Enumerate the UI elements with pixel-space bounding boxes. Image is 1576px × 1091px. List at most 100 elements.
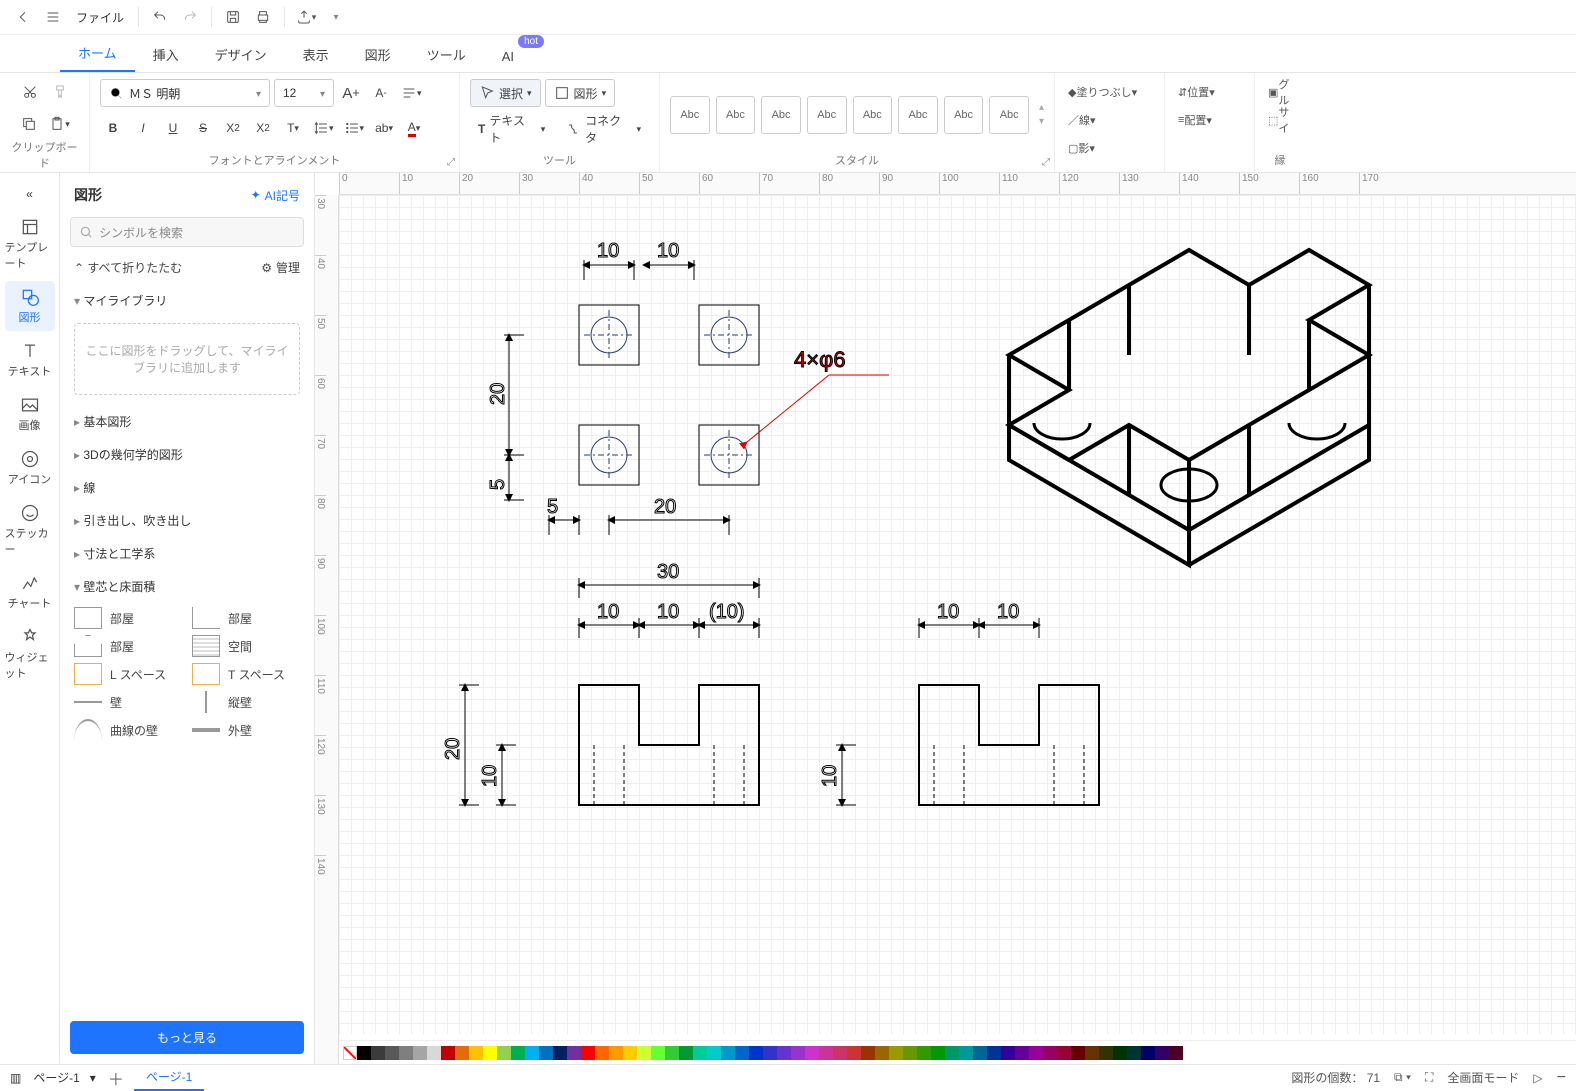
text-direction-icon[interactable]: T▾ xyxy=(280,115,306,141)
subscript-icon[interactable]: X2 xyxy=(250,115,276,141)
shape-item[interactable]: 縦壁 xyxy=(192,691,300,713)
color-swatch[interactable] xyxy=(567,1046,581,1060)
sidebar-item-icon[interactable]: アイコン xyxy=(5,443,55,493)
align-button[interactable]: ≡ 配置 ▾ xyxy=(1175,107,1215,133)
category[interactable]: 線 xyxy=(70,471,304,504)
color-swatch[interactable] xyxy=(609,1046,623,1060)
file-menu[interactable]: ファイル xyxy=(76,9,124,26)
fill-button[interactable]: ◆ 塗りつぶし ▾ xyxy=(1065,79,1140,105)
category[interactable]: 基本図形 xyxy=(70,405,304,438)
color-swatch[interactable] xyxy=(987,1046,1001,1060)
add-page-button[interactable]: ＋ xyxy=(108,1066,124,1090)
fullscreen-button[interactable]: 全画面モード xyxy=(1447,1069,1519,1086)
color-swatch[interactable] xyxy=(875,1046,889,1060)
page-select[interactable]: ページ-1 ▾ xyxy=(33,1069,95,1086)
color-swatch[interactable] xyxy=(1141,1046,1155,1060)
align-paragraph-icon[interactable]: ▾ xyxy=(398,80,425,106)
font-name-select[interactable]: ＭＳ 明朝 xyxy=(100,79,270,107)
category[interactable]: 壁芯と床面積 xyxy=(70,570,304,603)
color-swatch[interactable] xyxy=(581,1046,595,1060)
line-spacing-icon[interactable]: ▾ xyxy=(310,115,337,141)
color-swatch[interactable] xyxy=(777,1046,791,1060)
color-swatch[interactable] xyxy=(1015,1046,1029,1060)
category[interactable]: 寸法と工学系 xyxy=(70,537,304,570)
tab-view[interactable]: 表示 xyxy=(285,37,347,72)
color-swatch[interactable] xyxy=(441,1046,455,1060)
collapse-icon[interactable]: « xyxy=(26,187,33,201)
sidebar-item-text[interactable]: テキスト xyxy=(5,335,55,385)
color-swatch[interactable] xyxy=(469,1046,483,1060)
color-swatch[interactable] xyxy=(903,1046,917,1060)
color-swatch[interactable] xyxy=(1085,1046,1099,1060)
layers-icon[interactable]: ⧉ ▾ xyxy=(1394,1070,1411,1085)
color-swatch[interactable] xyxy=(483,1046,497,1060)
tab-shape[interactable]: 図形 xyxy=(347,37,409,72)
font-size-select[interactable]: 12 xyxy=(274,79,334,107)
color-swatch[interactable] xyxy=(637,1046,651,1060)
sidebar-item-widget[interactable]: ウィジェット xyxy=(5,621,55,687)
color-swatch[interactable] xyxy=(791,1046,805,1060)
color-swatch[interactable] xyxy=(413,1046,427,1060)
font-color-icon[interactable]: A▾ xyxy=(401,115,427,141)
more-icon[interactable]: ▾ xyxy=(325,6,347,28)
superscript-icon[interactable]: X2 xyxy=(220,115,246,141)
color-swatch[interactable] xyxy=(889,1046,903,1060)
text-case-icon[interactable]: ab▾ xyxy=(371,115,397,141)
style-preset[interactable]: Abc xyxy=(761,96,801,134)
shape-item[interactable]: 部屋 xyxy=(74,607,182,629)
color-swatch[interactable] xyxy=(595,1046,609,1060)
shape-tool[interactable]: 図形▾ xyxy=(545,79,616,107)
tab-design[interactable]: デザイン xyxy=(197,37,285,72)
color-swatch[interactable] xyxy=(1001,1046,1015,1060)
export-icon[interactable]: ▾ xyxy=(295,6,317,28)
present-icon[interactable]: ▷ xyxy=(1533,1071,1542,1085)
style-preset[interactable]: Abc xyxy=(898,96,938,134)
color-swatch[interactable] xyxy=(427,1046,441,1060)
redo-icon[interactable] xyxy=(179,6,201,28)
sidebar-item-sticker[interactable]: ステッカー xyxy=(5,497,55,563)
connector-tool[interactable]: コネクタ▾ xyxy=(557,115,649,143)
bullet-list-icon[interactable]: ▾ xyxy=(341,115,368,141)
color-swatch[interactable] xyxy=(511,1046,525,1060)
color-swatch[interactable] xyxy=(763,1046,777,1060)
style-preset[interactable]: Abc xyxy=(944,96,984,134)
shape-item[interactable]: 壁 xyxy=(74,691,182,713)
color-swatch[interactable] xyxy=(1169,1046,1183,1060)
sidebar-item-shape[interactable]: 図形 xyxy=(5,281,55,331)
size-button[interactable]: ⬚ サイ xyxy=(1265,107,1295,133)
color-swatch[interactable] xyxy=(861,1046,875,1060)
dialog-launcher-icon[interactable]: ⤢ xyxy=(447,157,455,168)
italic-icon[interactable]: I xyxy=(130,115,156,141)
tab-tool[interactable]: ツール xyxy=(409,37,484,72)
color-swatch[interactable] xyxy=(973,1046,987,1060)
color-swatch[interactable] xyxy=(399,1046,413,1060)
undo-icon[interactable] xyxy=(149,6,171,28)
color-swatch[interactable] xyxy=(1113,1046,1127,1060)
tab-insert[interactable]: 挿入 xyxy=(135,37,197,72)
color-swatch[interactable] xyxy=(945,1046,959,1060)
category[interactable]: 引き出し、吹き出し xyxy=(70,504,304,537)
color-swatch[interactable] xyxy=(455,1046,469,1060)
zoom-out-button[interactable]: − xyxy=(1557,1069,1566,1087)
color-swatch[interactable] xyxy=(1071,1046,1085,1060)
color-swatch[interactable] xyxy=(1155,1046,1169,1060)
color-swatch[interactable] xyxy=(693,1046,707,1060)
color-swatch[interactable] xyxy=(1127,1046,1141,1060)
shrink-font-icon[interactable]: A- xyxy=(368,80,394,106)
select-tool[interactable]: 選択▾ xyxy=(470,79,541,107)
color-swatch[interactable] xyxy=(497,1046,511,1060)
paste-icon[interactable]: ▾ xyxy=(46,111,73,137)
color-swatch[interactable] xyxy=(721,1046,735,1060)
dialog-launcher-icon[interactable]: ⤢ xyxy=(1042,157,1050,168)
color-swatch[interactable] xyxy=(847,1046,861,1060)
shadow-button[interactable]: ▢ 影 ▾ xyxy=(1065,135,1098,161)
sidebar-item-template[interactable]: テンプレート xyxy=(5,211,55,277)
color-swatch[interactable] xyxy=(805,1046,819,1060)
back-icon[interactable] xyxy=(12,6,34,28)
color-swatch[interactable] xyxy=(735,1046,749,1060)
fit-icon[interactable]: ⛶ xyxy=(1425,1070,1433,1085)
color-swatch[interactable] xyxy=(931,1046,945,1060)
color-swatch[interactable] xyxy=(833,1046,847,1060)
line-button[interactable]: ／ 線 ▾ xyxy=(1065,107,1099,133)
color-swatch[interactable] xyxy=(679,1046,693,1060)
